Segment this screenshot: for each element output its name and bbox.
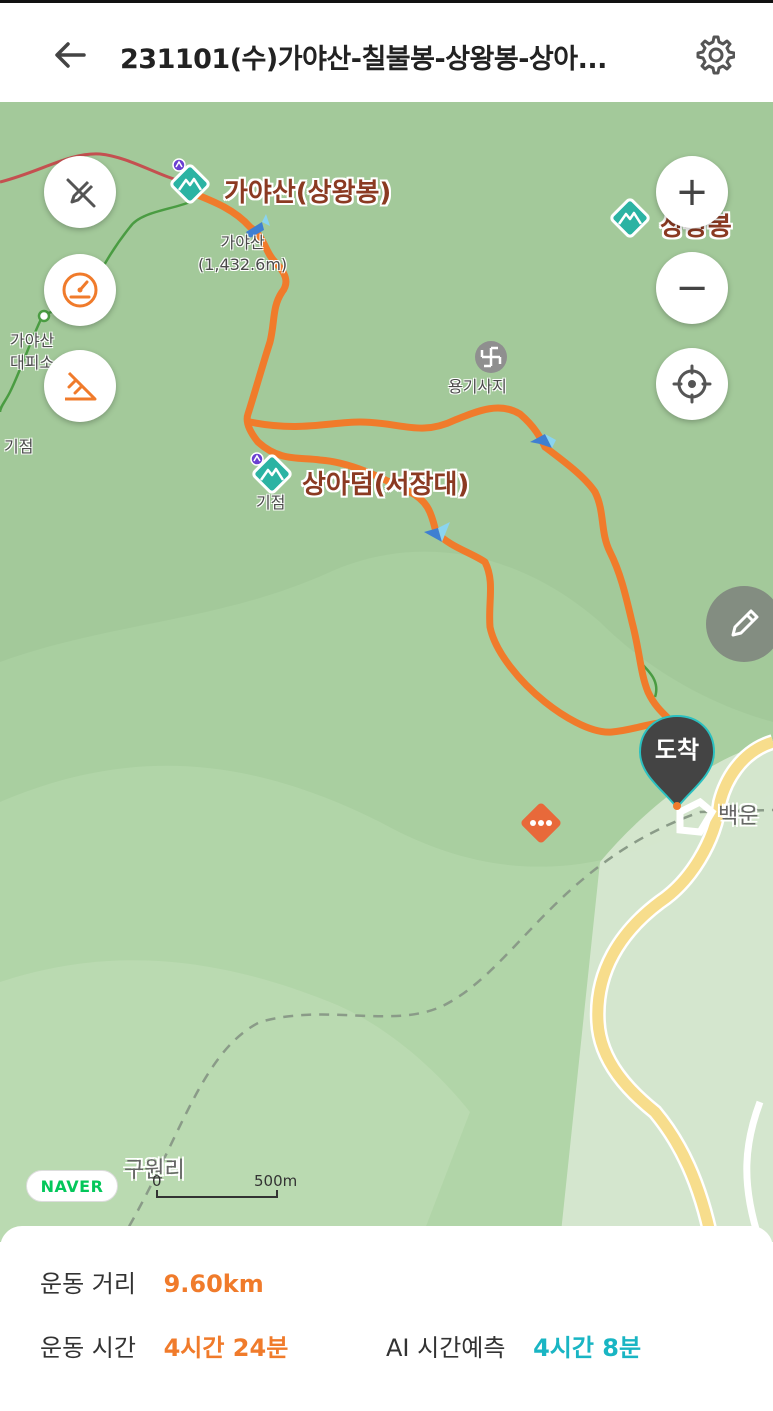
time-value: 4시간 24분	[163, 1334, 289, 1362]
distance-label: 운동 거리	[40, 1270, 136, 1298]
shelter-label-line1: 가야산	[10, 331, 55, 350]
map-view[interactable]: 용기사지 가야산(상왕봉) 가야산 (1,432.6m) 상왕봉	[0, 102, 773, 1242]
time-label: 운동 시간	[40, 1334, 136, 1362]
peak-label-sangadeom: 상아덤(서장대)	[302, 470, 470, 500]
elevation-button[interactable]	[44, 350, 116, 422]
speedometer-icon	[62, 272, 98, 308]
village-label-right: 백운	[718, 804, 759, 829]
top-bar: 231101(수)가야산-칠불봉-상왕봉-상아...	[0, 0, 773, 102]
compass-toggle-button[interactable]	[44, 156, 116, 228]
left-start-label: 기점	[4, 437, 34, 456]
temple-icon	[475, 341, 507, 373]
back-arrow-icon	[55, 42, 86, 68]
pencil-icon	[731, 609, 759, 637]
app-root: 231101(수)가야산-칠불봉-상왕봉-상아... 용기사지 가야산(상왕봉)…	[0, 0, 773, 1411]
compass-off-icon	[66, 178, 96, 208]
temple-label: 용기사지	[448, 377, 507, 396]
sangadeom-sub-label: 기점	[256, 493, 286, 512]
zoom-out-button[interactable]: −	[656, 252, 728, 324]
edit-button[interactable]	[706, 586, 773, 662]
arrival-marker[interactable]: 도착	[636, 712, 718, 812]
shelter-label: 가야산 대피소	[10, 330, 54, 374]
crosshair-icon	[672, 364, 712, 404]
scale-bar	[156, 1190, 278, 1198]
back-button[interactable]	[46, 31, 94, 79]
peak-sub-elevation: (1,432.6m)	[198, 255, 288, 274]
page-title: 231101(수)가야산-칠불봉-상왕봉-상아...	[120, 44, 607, 75]
peak-sub-label: 가야산 (1,432.6m)	[198, 232, 287, 276]
elevation-slope-icon	[65, 371, 97, 401]
start-marker-icon	[172, 158, 186, 172]
distance-row: 운동 거리 9.60km	[40, 1264, 264, 1299]
locate-button[interactable]	[656, 348, 728, 420]
map-scale: 0 500m	[150, 1172, 310, 1202]
naver-logo: NAVER	[26, 1170, 118, 1202]
mountain-peak-icon[interactable]	[610, 198, 650, 238]
stats-panel: 운동 거리 9.60km 운동 시간 4시간 24분 AI 시간예측 4시간 8…	[0, 1226, 773, 1411]
arrival-label: 도착	[654, 736, 700, 764]
zoom-in-button[interactable]: +	[656, 156, 728, 228]
settings-button[interactable]	[688, 29, 740, 81]
gear-icon	[696, 35, 735, 75]
speed-button[interactable]	[44, 254, 116, 326]
ai-prediction-row: AI 시간예측 4시간 8분	[386, 1328, 641, 1363]
poi-more-icon[interactable]	[516, 798, 566, 848]
minus-icon: −	[675, 265, 709, 311]
peak-label-main: 가야산(상왕봉)	[224, 178, 392, 208]
peak-sub-name: 가야산	[220, 233, 265, 252]
distance-value: 9.60km	[163, 1270, 264, 1298]
ai-prediction-label: AI 시간예측	[386, 1334, 506, 1362]
time-row: 운동 시간 4시간 24분	[40, 1328, 288, 1363]
map-base	[0, 102, 773, 1242]
scale-end: 500m	[254, 1172, 298, 1190]
plus-icon: +	[675, 169, 709, 215]
waypoint-marker-icon	[250, 452, 264, 466]
scale-start: 0	[152, 1172, 162, 1190]
ai-prediction-value: 4시간 8분	[533, 1334, 642, 1362]
